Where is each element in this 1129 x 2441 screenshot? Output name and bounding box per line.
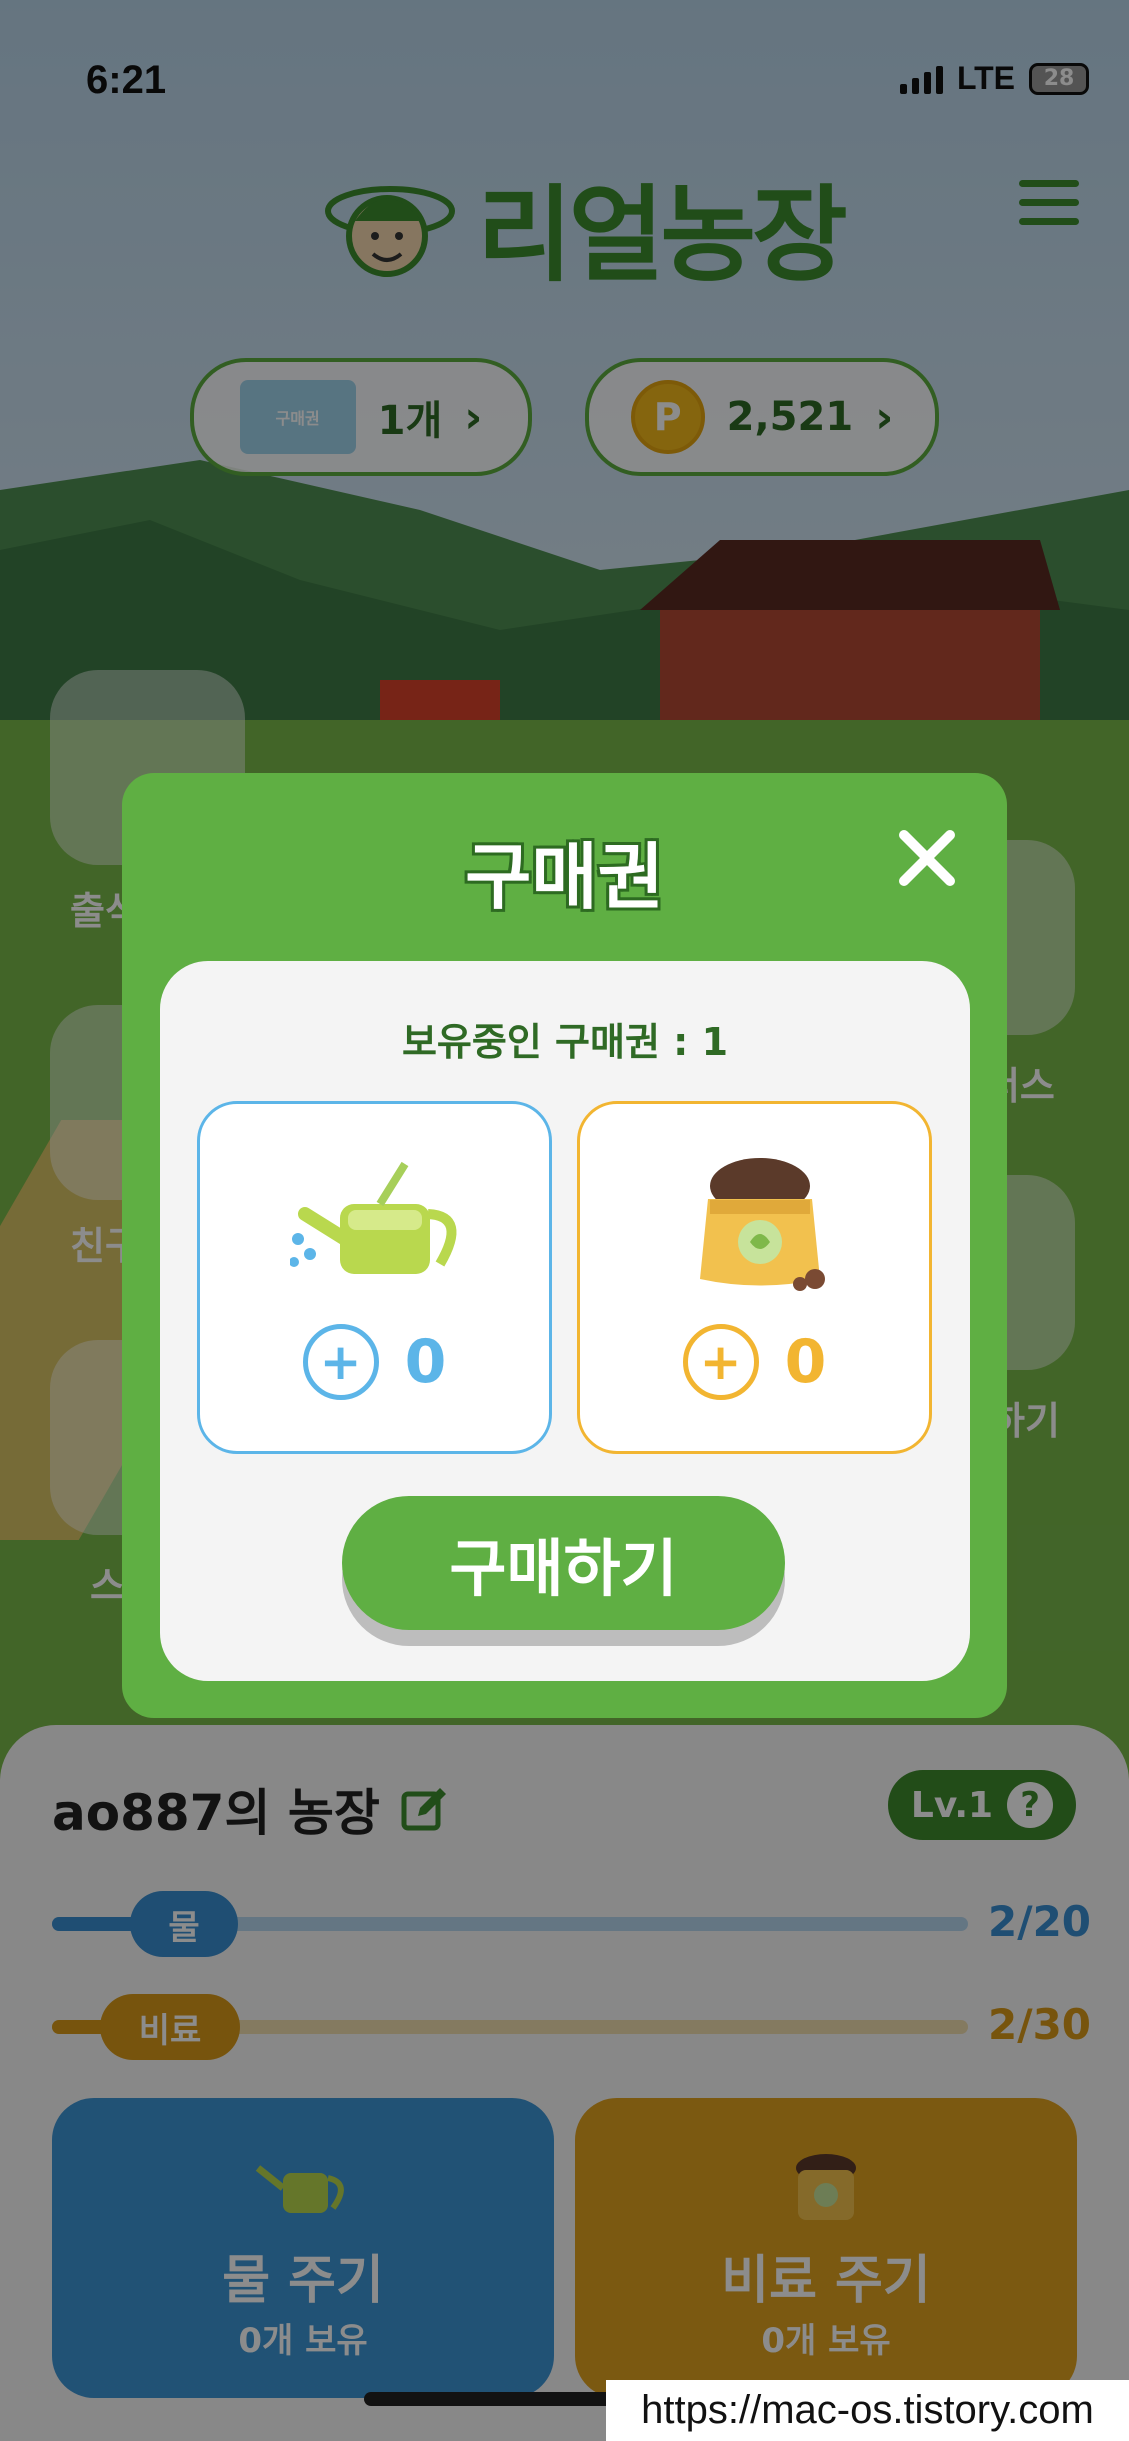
water-plus-button[interactable]: + [302,1324,379,1400]
fertilizer-ticket-card[interactable]: + 0 [577,1101,932,1454]
water-qty-control: + 0 [200,1324,549,1400]
modal-title: 구매권 [465,835,664,919]
fertilizer-bag-icon [700,1158,825,1291]
watermark: https://mac-os.tistory.com [606,2380,1129,2441]
water-qty: 0 [404,1327,447,1397]
fertilizer-qty-control: + 0 [580,1324,929,1400]
water-ticket-card[interactable]: + 0 [197,1101,552,1454]
fertilizer-plus-button[interactable]: + [682,1324,759,1400]
owned-ticket-count: 보유중인 구매권 : 1 [401,1020,729,1064]
modal-body: 보유중인 구매권 : 1 + 0 + 0 구매하기 [160,961,970,1681]
close-icon[interactable] [892,823,962,893]
purchase-ticket-modal: 구매권 보유중인 구매권 : 1 + 0 + 0 구매하기 [122,773,1007,1718]
fertilizer-qty: 0 [784,1327,827,1397]
buy-button[interactable]: 구매하기 [342,1496,785,1630]
watering-can-icon [290,1161,457,1274]
